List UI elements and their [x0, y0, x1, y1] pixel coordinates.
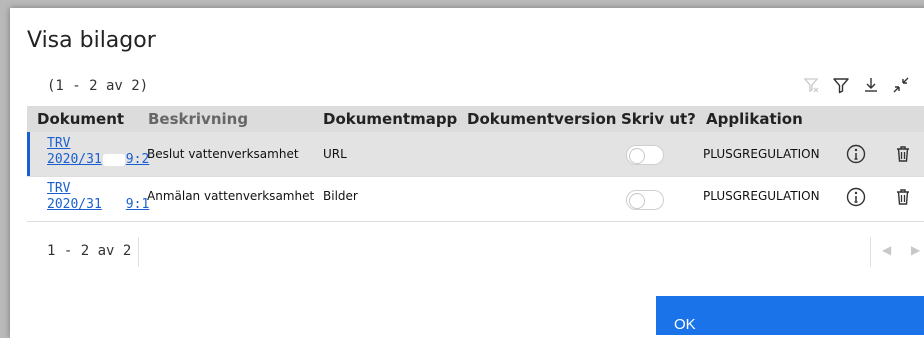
next-page-button[interactable]: ▶: [911, 243, 920, 257]
table-row[interactable]: TRV 2020/31 9:2 Beslut vattenverksamhet U…: [27, 132, 924, 176]
download-icon[interactable]: [860, 74, 882, 96]
header-dokumentversion[interactable]: Dokumentversion: [467, 110, 616, 128]
cell-beskrivning: Anmälan vattenverksamhet: [147, 189, 315, 203]
table-toolbar: [800, 74, 924, 96]
header-dokument[interactable]: Dokument: [37, 110, 124, 128]
delete-icon[interactable]: [892, 186, 914, 208]
row-divider: [27, 221, 924, 222]
collapse-icon[interactable]: [890, 74, 912, 96]
delete-icon[interactable]: [892, 143, 914, 165]
cell-dokumentmapp: Bilder: [323, 189, 358, 203]
toggle-knob: [629, 148, 645, 164]
result-count: (1 - 2 av 2): [47, 78, 149, 94]
table-header: Dokument Beskrivning Dokumentmapp Dokume…: [27, 106, 924, 132]
document-link[interactable]: TRV 2020/31 9:2: [47, 136, 149, 168]
pager-divider: [870, 237, 871, 267]
pager-divider: [138, 237, 139, 267]
cell-dokumentmapp: URL: [323, 147, 347, 161]
table-row[interactable]: TRV 2020/31 9:1 Anmälan vattenverksamhet …: [27, 177, 924, 221]
print-toggle[interactable]: [626, 145, 664, 165]
cell-applikation: PLUSGREGULATION: [703, 147, 820, 161]
info-icon[interactable]: [845, 186, 867, 208]
redacted-mark: [102, 153, 125, 166]
dialog-title: Visa bilagor: [27, 28, 156, 53]
prev-page-button[interactable]: ◀: [882, 243, 891, 257]
header-beskrivning[interactable]: Beskrivning: [148, 110, 248, 128]
header-dokumentmapp[interactable]: Dokumentmapp: [323, 110, 457, 128]
ok-button-label: OK: [674, 316, 696, 333]
cell-beskrivning: Beslut vattenverksamhet: [147, 147, 299, 161]
filter-icon[interactable]: [830, 74, 852, 96]
pagination-label: 1 - 2 av 2: [47, 243, 132, 259]
redacted-mark: [102, 198, 125, 211]
header-skriv-ut[interactable]: Skriv ut?: [621, 110, 696, 128]
print-toggle[interactable]: [626, 190, 664, 210]
pagination: 1 - 2 av 2 ◀ ▶: [27, 231, 924, 273]
clear-filter-icon[interactable]: [800, 74, 822, 96]
header-applikation[interactable]: Applikation: [706, 110, 803, 128]
ok-button[interactable]: OK: [656, 296, 924, 335]
toggle-knob: [629, 193, 645, 209]
document-link[interactable]: TRV 2020/31 9:1: [47, 181, 149, 213]
info-icon[interactable]: [845, 143, 867, 165]
cell-applikation: PLUSGREGULATION: [703, 189, 820, 203]
attachments-dialog: Visa bilagor (1 - 2 av 2) Dokument Beskr…: [10, 8, 924, 338]
